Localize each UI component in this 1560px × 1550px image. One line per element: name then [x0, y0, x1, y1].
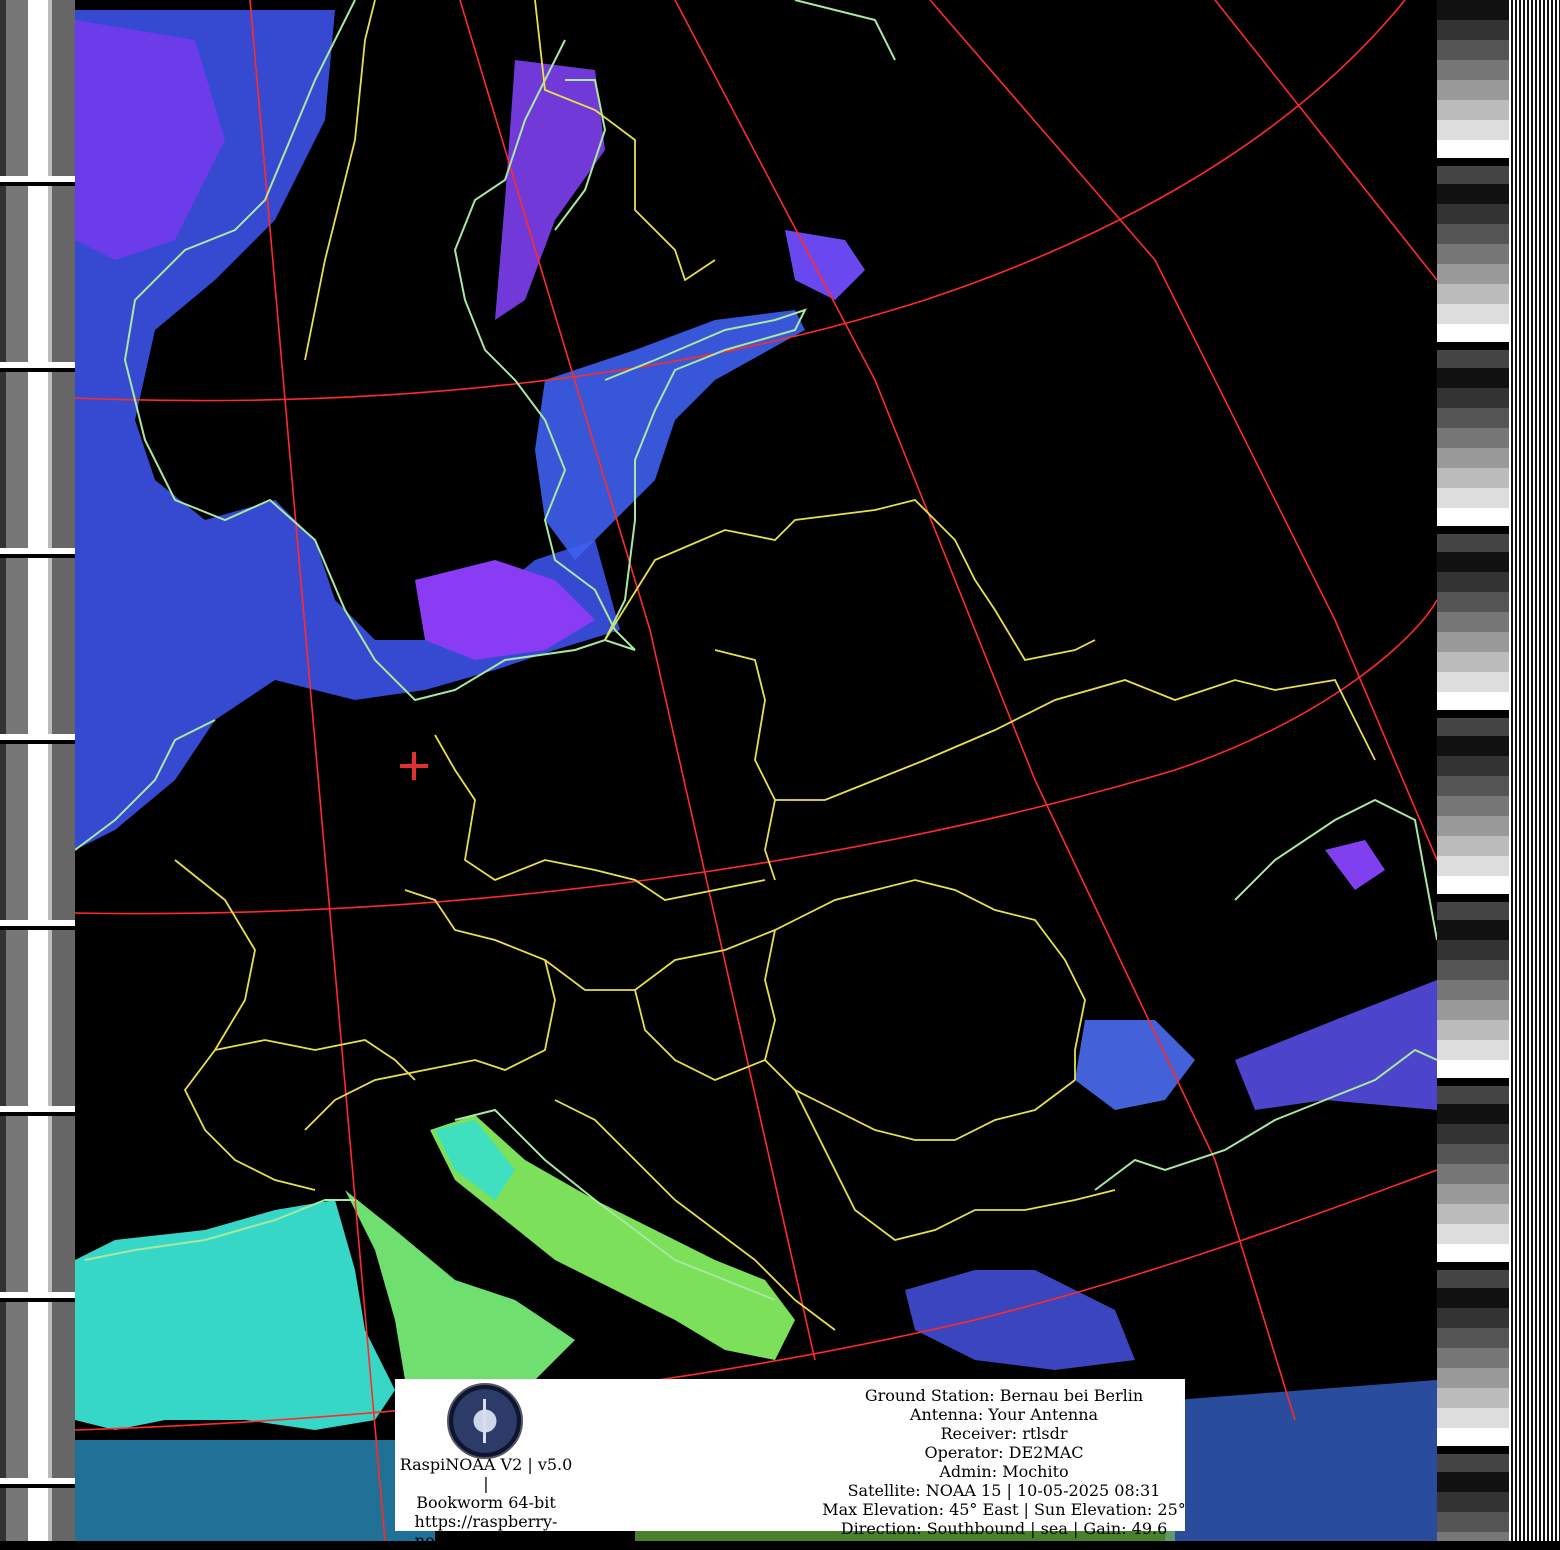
- direction-label: Direction: Southbound | sea | Gain: 49.6: [840, 1519, 1168, 1538]
- raspinoaa-logo: [447, 1383, 523, 1459]
- os-info: Bookworm 64-bit: [416, 1493, 556, 1512]
- software-version: RaspiNOAA V2 | v5.0 |: [399, 1455, 573, 1493]
- antenna-label: Antenna: Your Antenna: [909, 1405, 1099, 1424]
- info-panel: RaspiNOAA V2 | v5.0 | Bookworm 64-bit ht…: [395, 1379, 1186, 1550]
- software-info: RaspiNOAA V2 | v5.0 | Bookworm 64-bit ht…: [395, 1455, 577, 1550]
- admin-label: Admin: Mochito: [939, 1462, 1069, 1481]
- satellite-label: Satellite: NOAA 15 | 10-05-2025 08:31: [847, 1481, 1161, 1500]
- pass-info: Ground Station: Bernau bei Berlin Antenn…: [819, 1386, 1189, 1538]
- receiver-label: Receiver: rtlsdr: [940, 1424, 1068, 1443]
- map-overlay: [75, 0, 1437, 1541]
- ground-station-marker-icon: [400, 752, 428, 780]
- ground-station-label: Ground Station: Bernau bei Berlin: [864, 1386, 1144, 1405]
- satellite-image: [75, 0, 1437, 1541]
- cloud-regions: [75, 10, 1437, 1370]
- telemetry-strip-right: [1437, 0, 1560, 1541]
- operator-label: Operator: DE2MAC: [924, 1443, 1084, 1462]
- telemetry-strip-left: [0, 0, 75, 1541]
- elevation-label: Max Elevation: 45° East | Sun Elevation:…: [822, 1500, 1186, 1519]
- antenna-icon: [483, 1399, 486, 1443]
- url-line-1: https://raspberry-: [414, 1512, 558, 1531]
